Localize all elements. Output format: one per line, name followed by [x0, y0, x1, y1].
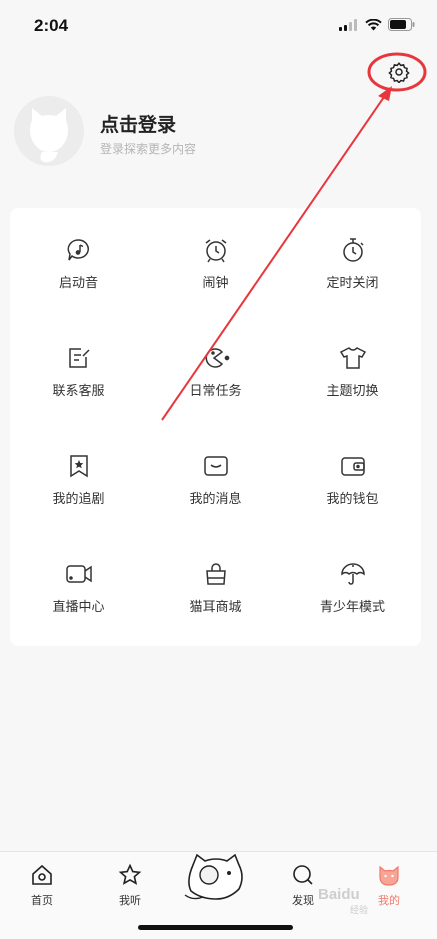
grid-item-wallet[interactable]: 我的钱包 — [284, 424, 421, 532]
gear-icon — [388, 62, 410, 83]
nav-label: 发现 — [292, 894, 314, 907]
pacman-icon — [205, 348, 229, 368]
nav-label: 我的 — [378, 894, 400, 907]
grid-item-teen-mode[interactable]: 青少年模式 — [284, 532, 421, 640]
status-icons — [339, 18, 415, 31]
feature-grid: 启动音 闹钟 定时关闭 联系客服 日常任务 主题切换 我的追剧 我的消息 我的钱… — [10, 208, 421, 646]
grid-item-label: 定时关闭 — [326, 276, 379, 291]
grid-item-theme[interactable]: 主题切换 — [284, 316, 421, 424]
edit-note-icon — [68, 348, 90, 368]
status-bar: 2:04 — [0, 0, 437, 50]
umbrella-icon — [340, 563, 365, 585]
watermark-sub: 经验 — [350, 906, 369, 916]
nav-mine[interactable]: 我的 — [359, 862, 419, 908]
bookmark-star-icon — [69, 455, 88, 478]
watermark-logo: Baidu — [318, 886, 360, 903]
settings-button[interactable] — [385, 58, 413, 86]
wallet-icon — [340, 457, 365, 476]
nav-label: 我听 — [119, 894, 141, 907]
nav-listen[interactable]: 我听 — [100, 862, 160, 908]
grid-item-messages[interactable]: 我的消息 — [147, 424, 284, 532]
home-indicator — [138, 925, 293, 930]
nav-label: 首页 — [31, 894, 53, 907]
grid-item-sleep-timer[interactable]: 定时关闭 — [284, 208, 421, 316]
login-subtitle: 登录探索更多内容 — [100, 142, 197, 156]
grid-item-label: 日常任务 — [189, 384, 242, 399]
star-icon — [118, 863, 142, 885]
grid-item-alarm[interactable]: 闹钟 — [147, 208, 284, 316]
discover-icon — [293, 865, 313, 885]
cat-avatar-icon — [30, 108, 68, 163]
grid-item-label: 启动音 — [58, 276, 98, 291]
avatar[interactable] — [14, 96, 84, 166]
cat-mascot-icon — [184, 853, 243, 900]
grid-item-label: 我的消息 — [189, 492, 242, 507]
grid-item-my-series[interactable]: 我的追剧 — [10, 424, 147, 532]
grid-item-label: 闹钟 — [202, 276, 229, 291]
status-time: 2:04 — [34, 16, 69, 35]
message-box-icon — [203, 456, 228, 476]
grid-item-label: 我的追剧 — [52, 492, 105, 507]
login-profile[interactable]: 点击登录 登录探索更多内容 — [14, 96, 394, 166]
home-icon — [32, 864, 52, 885]
grid-item-label: 猫耳商城 — [189, 600, 242, 615]
video-camera-icon — [65, 565, 92, 583]
shopping-bag-icon — [205, 563, 226, 585]
grid-item-label: 青少年模式 — [319, 600, 385, 615]
cat-face-icon — [379, 865, 399, 886]
center-play-button[interactable] — [183, 851, 249, 903]
wifi-icon — [365, 18, 382, 30]
grid-item-label: 主题切换 — [326, 384, 379, 399]
music-bubble-icon — [67, 239, 89, 261]
login-title[interactable]: 点击登录 — [100, 110, 176, 137]
alarm-clock-icon — [205, 239, 226, 263]
grid-item-label: 联系客服 — [52, 384, 105, 399]
grid-item-label: 我的钱包 — [326, 492, 379, 507]
battery-icon — [388, 18, 415, 31]
grid-item-startup-sound[interactable]: 启动音 — [10, 208, 147, 316]
grid-item-label: 直播中心 — [52, 600, 105, 615]
nav-home[interactable]: 首页 — [12, 862, 72, 908]
grid-item-customer-service[interactable]: 联系客服 — [10, 316, 147, 424]
tshirt-icon — [339, 347, 366, 369]
grid-item-daily-tasks[interactable]: 日常任务 — [147, 316, 284, 424]
grid-item-live-center[interactable]: 直播中心 — [10, 532, 147, 640]
cellular-signal-icon — [339, 18, 357, 31]
timer-icon — [342, 238, 364, 262]
grid-item-shop[interactable]: 猫耳商城 — [147, 532, 284, 640]
